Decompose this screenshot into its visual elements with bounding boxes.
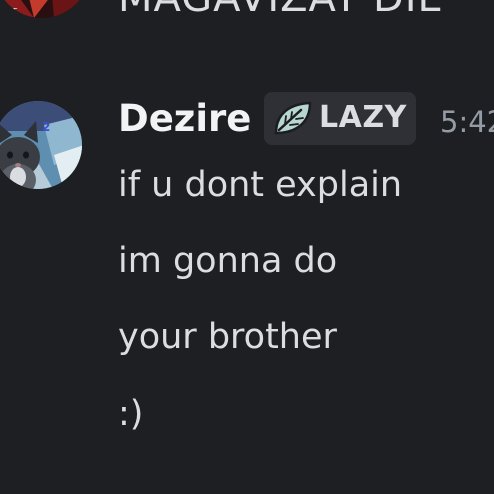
svg-text:ONT: ONT <box>0 7 17 16</box>
chat-viewport: ONT MAGAVIZAT DIE <box>0 0 494 494</box>
message-line: your brother <box>118 317 337 357</box>
role-tag-label: LAZY <box>319 100 407 135</box>
leaf-icon <box>273 100 313 137</box>
message-line: im gonna do <box>118 241 338 281</box>
author-username[interactable]: Dezire <box>118 97 251 141</box>
previous-author-avatar[interactable]: ONT <box>0 0 90 18</box>
message-timestamp[interactable]: 5:42 <box>440 105 494 139</box>
previous-avatar-image: ONT <box>0 0 90 18</box>
message-line: :) <box>118 394 144 434</box>
author-avatar[interactable]: 2 <box>0 85 84 205</box>
role-tag[interactable]: LAZY <box>264 92 416 145</box>
message-line: if u dont explain <box>118 165 403 205</box>
svg-text:2: 2 <box>42 120 50 134</box>
kitten-avatar-image: 2 <box>0 101 82 189</box>
previous-message-text: MAGAVIZAT DIE <box>118 0 444 18</box>
